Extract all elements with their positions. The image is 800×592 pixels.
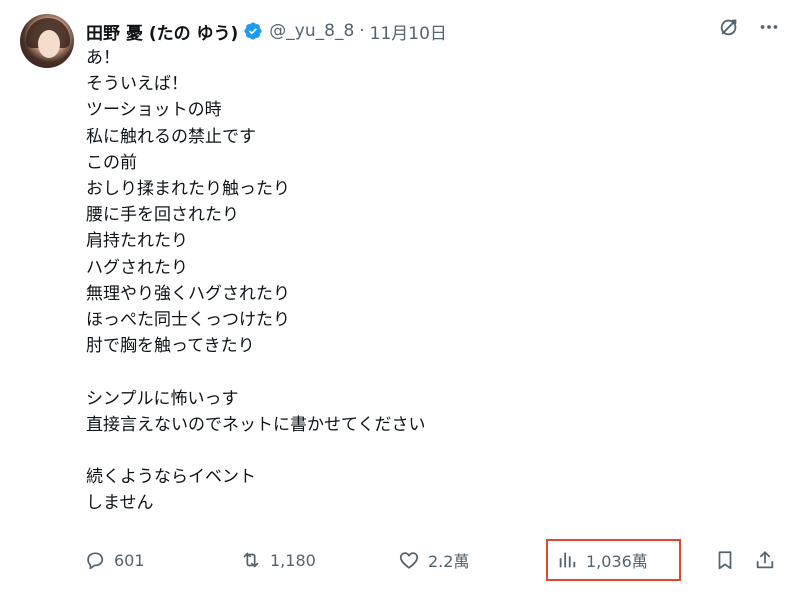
share-icon — [756, 551, 774, 569]
handle[interactable]: @_yu_8_8 — [269, 21, 354, 41]
tweet-text: あ！ そういえば！ ツーショットの時 私に触れるの禁止です この前 おしり揉まれ… — [86, 48, 426, 514]
bookmark-icon — [718, 551, 732, 570]
repost-icon — [243, 552, 259, 568]
meta-separator: · — [359, 21, 365, 41]
like-count: 2.2萬 — [428, 552, 470, 571]
reply-icon — [87, 552, 104, 570]
like-button[interactable]: 2.2萬 — [398, 540, 469, 580]
more-icon[interactable] — [758, 16, 780, 38]
verified-badge-icon[interactable] — [243, 21, 263, 41]
avatar[interactable] — [20, 14, 74, 68]
repost-button[interactable]: 1,180 — [240, 540, 316, 580]
reply-count: 601 — [114, 550, 145, 570]
avatar-face — [38, 30, 60, 58]
top-right-actions — [718, 16, 780, 38]
views-highlight-box — [546, 539, 681, 581]
share-button[interactable] — [754, 540, 776, 580]
tweet-header: 田野 憂 (たの ゆう) @_yu_8_8 · 11月10日 — [86, 18, 700, 44]
display-name[interactable]: 田野 憂 (たの ゆう) — [86, 19, 238, 44]
reply-button[interactable]: 601 — [84, 540, 145, 580]
bookmark-button[interactable] — [714, 540, 736, 580]
repost-count: 1,180 — [270, 550, 316, 570]
post-date[interactable]: 11月10日 — [370, 19, 447, 44]
grok-icon[interactable] — [718, 16, 740, 38]
heart-icon — [399, 552, 419, 569]
